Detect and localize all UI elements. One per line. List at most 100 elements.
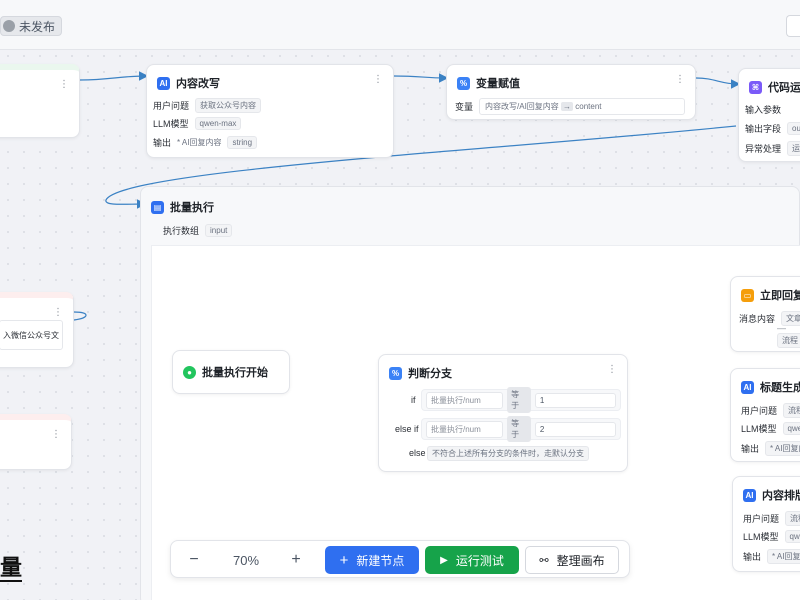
zoom-in-button[interactable]: + <box>281 546 311 574</box>
field-label: 用户问题 <box>741 406 778 416</box>
elseif-condition[interactable]: 批量执行/num 等于 2 <box>421 416 621 442</box>
message-row-3: 流程 <box>777 333 800 348</box>
node-title: 批量执行开始 <box>202 367 268 379</box>
content-rewrite-node[interactable]: AI 内容改写 ⋮ 用户问题 获取公众号内容 LLM模型 qwen-max 输出… <box>146 64 394 158</box>
output-type: string <box>227 136 258 149</box>
start-icon: ● <box>183 365 196 379</box>
run-test-button[interactable]: ▶ 运行测试 <box>425 546 519 574</box>
reply-icon: ▭ <box>741 288 754 302</box>
variable-value: 内容改写/AI回复内容 → content <box>479 98 686 115</box>
variable-target: content <box>575 102 602 111</box>
wire-assign-to-code <box>695 77 741 89</box>
node-header: ⌘ 代码运行 <box>749 79 800 95</box>
tidy-canvas-button[interactable]: ⚯ 整理画布 <box>525 546 619 574</box>
zoom-out-button[interactable]: − <box>179 546 209 574</box>
node-menu-icon[interactable]: ⋮ <box>59 80 69 90</box>
input-text-box: 入微信公众号文章 <box>0 320 63 350</box>
batch-icon: ▤ <box>151 200 164 214</box>
node-menu-icon[interactable]: ⋮ <box>607 365 617 375</box>
error-handling-row: 异常处理 运行 <box>745 141 800 156</box>
field-value: 流程 <box>777 333 800 348</box>
minus-icon: − <box>189 551 199 568</box>
condition-field[interactable]: 批量执行/num <box>426 391 504 409</box>
wire-start-to-rewrite <box>79 71 149 81</box>
field-value: 流程月 <box>783 403 800 418</box>
code-run-node[interactable]: ⌘ 代码运行 输入参数 输出字段 outp 异常处理 运行 <box>738 68 800 162</box>
corner-text: 量 <box>0 555 23 582</box>
else-description: 不符合上述所有分支的条件时，走默认分支 <box>427 446 589 461</box>
field-value: qwen <box>784 530 800 543</box>
output-name: * AI回复内容 <box>177 138 222 147</box>
branch-icon: % <box>389 366 402 380</box>
else-label: else <box>409 448 426 458</box>
field-value: 运行 <box>787 141 800 156</box>
if-label: if <box>411 395 416 405</box>
node-header: ● 批量执行开始 <box>183 364 268 380</box>
batch-start-node[interactable]: ● 批量执行开始 <box>172 350 290 394</box>
wire-left-to-edge <box>73 311 87 321</box>
add-icon: + <box>339 551 349 569</box>
condition-value[interactable]: 2 <box>534 421 616 437</box>
node-menu-icon[interactable]: ⋮ <box>675 75 685 85</box>
variable-assign-node[interactable]: % 变量赋值 ⋮ 变量 内容改写/AI回复内容 → content <box>446 64 696 120</box>
user-question-row: 用户问题 流程月 <box>741 403 800 418</box>
start-node[interactable]: ⋮ <box>0 64 80 138</box>
condition-value[interactable]: 1 <box>534 392 616 408</box>
button-label: 新建节点 <box>356 553 405 568</box>
field-value: * AI回复内 <box>767 549 800 564</box>
node-title: 标题生成 <box>760 382 800 394</box>
variable-row: 变量 内容改写/AI回复内容 → content <box>455 98 686 115</box>
field-label: LLM模型 <box>743 532 779 542</box>
message-row-2: — <box>777 323 786 333</box>
node-header: % 判断分支 <box>389 365 452 381</box>
node-header: ▭ 立即回复 <box>741 287 800 303</box>
field-label: 异常处理 <box>745 144 782 154</box>
field-label: 输出字段 <box>745 124 782 134</box>
field-label: 消息内容 <box>739 314 776 324</box>
field-label: 输出 <box>743 552 762 562</box>
field-value: outp <box>787 122 800 135</box>
condition-field[interactable]: 批量执行/num <box>426 420 504 438</box>
output-row: 输出 * AI回复内容 string <box>153 136 258 149</box>
node-menu-icon[interactable]: ⋮ <box>51 430 61 440</box>
input-node[interactable]: ⋮ 入微信公众号文章 <box>0 292 74 368</box>
model-row: LLM模型 qwen <box>743 530 800 543</box>
field-label: 输出 <box>153 138 172 148</box>
node-menu-icon[interactable]: ⋮ <box>53 308 63 318</box>
content-layout-node[interactable]: AI 内容排版 用户问题 流程 LLM模型 qwen 输出 * AI回复内 <box>732 476 800 572</box>
message-row: 消息内容 文章( <box>739 311 800 326</box>
condition-operator[interactable]: 等于 <box>507 387 531 413</box>
title-generation-node[interactable]: AI 标题生成 用户问题 流程月 LLM模型 qwen 输出 * AI回复内 <box>730 368 800 462</box>
model-row: LLM模型 qwen <box>741 422 800 435</box>
node-title: 变量赋值 <box>476 78 520 90</box>
batch-array-row: 执行数组 input <box>163 224 233 237</box>
button-label: 整理画布 <box>556 553 605 568</box>
if-condition[interactable]: 批量执行/num 等于 1 <box>421 387 621 413</box>
field-value: * AI回复内 <box>765 441 800 456</box>
field-value: input <box>205 224 233 237</box>
field-value: qwen <box>782 422 800 435</box>
input-text: 入微信公众号文章 <box>3 330 59 340</box>
field-value: qwen-max <box>194 117 242 130</box>
zoom-level-text: 70% <box>232 552 260 568</box>
field-label: 输入参数 <box>745 105 782 115</box>
ai-icon: AI <box>157 76 170 90</box>
node-title: 内容排版 <box>762 490 800 502</box>
condition-operator[interactable]: 等于 <box>507 416 531 442</box>
node-title: 代码运行 <box>768 82 800 94</box>
field-label: LLM模型 <box>153 119 189 129</box>
node-header: AI 内容排版 <box>743 487 800 503</box>
output-field-row: 输出字段 outp <box>745 122 800 135</box>
user-question-row: 用户问题 获取公众号内容 <box>153 98 262 113</box>
field-label: 用户问题 <box>743 514 780 524</box>
node-menu-icon[interactable]: ⋮ <box>373 75 383 85</box>
secondary-node[interactable]: ⋮ <box>0 414 72 470</box>
field-label: 变量 <box>455 102 474 112</box>
field-label: LLM模型 <box>741 424 777 434</box>
new-node-button[interactable]: + 新建节点 <box>325 546 419 574</box>
instant-reply-node[interactable]: ▭ 立即回复 消息内容 文章( — 流程 <box>730 276 800 352</box>
ai-icon: AI <box>743 488 756 502</box>
branch-node[interactable]: % 判断分支 ⋮ if 批量执行/num 等于 1 else if 批量执行/n… <box>378 354 628 472</box>
field-value: 流程 <box>785 511 800 526</box>
model-row: LLM模型 qwen-max <box>153 117 242 130</box>
